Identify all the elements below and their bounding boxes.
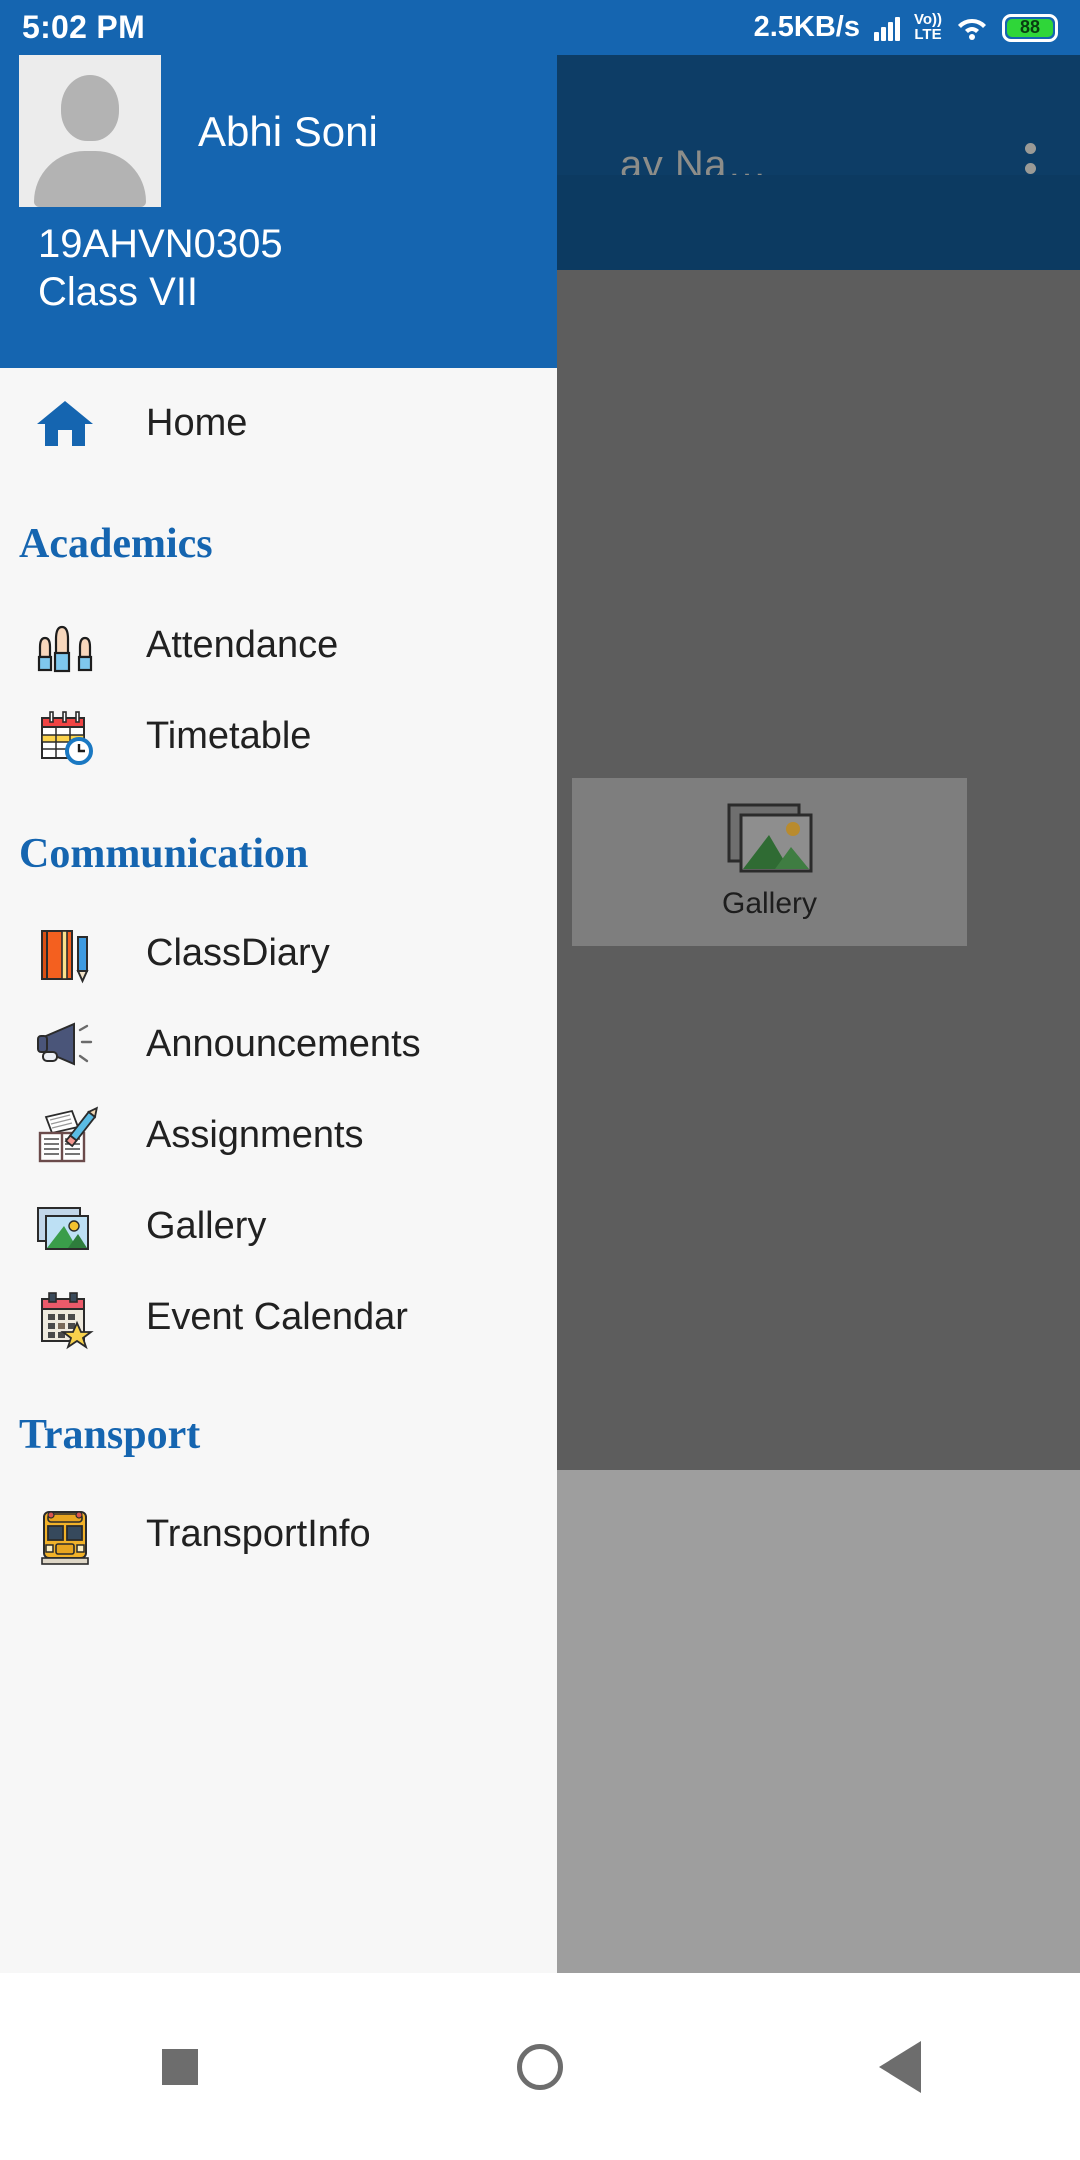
signal-bars-icon [873, 15, 900, 41]
calendar-clock-icon [34, 706, 96, 768]
calendar-star-icon [34, 1287, 96, 1349]
avatar-body [34, 151, 146, 207]
profile-class: Class VII [38, 270, 199, 314]
menu-item-transportinfo[interactable]: TransportInfo [0, 1489, 557, 1580]
avatar-head [61, 75, 119, 141]
volte-icon: Vo)) LTE [914, 12, 942, 43]
menu-item-label: Gallery [146, 1205, 267, 1247]
menu-item-label: Event Calendar [146, 1296, 408, 1338]
megaphone-icon [34, 1014, 96, 1076]
menu-item-announcements[interactable]: Announcements [0, 999, 557, 1090]
status-clock: 5:02 PM [22, 9, 146, 45]
profile-name: Abhi Soni [198, 108, 378, 155]
profile-id: 19AHVN0305 [38, 222, 283, 266]
book-paper-pencil-icon [34, 1105, 99, 1167]
menu-item-timetable[interactable]: Timetable [0, 691, 557, 782]
background-gallery-tile-label: Gallery [721, 887, 818, 920]
menu-item-label: Assignments [146, 1114, 364, 1156]
menu-item-event-calendar[interactable]: Event Calendar [0, 1272, 557, 1363]
section-header-transport: Transport [19, 1412, 201, 1458]
section-header-communication: Communication [19, 831, 309, 877]
wifi-icon [956, 15, 988, 41]
section-header-academics: Academics [19, 521, 213, 567]
menu-item-classdiary[interactable]: ClassDiary [0, 908, 557, 999]
menu-item-label: Attendance [146, 624, 339, 666]
back-triangle-icon[interactable] [840, 2022, 960, 2112]
raised-hands-icon [34, 615, 96, 677]
menu-item-attendance[interactable]: Attendance [0, 600, 557, 691]
avatar[interactable] [19, 55, 161, 207]
app-screen: ay Na… Gallery Abhi Soni 19AHVN0305 Clas… [0, 0, 1080, 2160]
network-speed-text: 2.5KB/s [753, 11, 860, 43]
menu-item-label: Announcements [146, 1023, 421, 1065]
menu-item-label: Home [146, 401, 248, 444]
status-icons: 2.5KB/s Vo)) LTE 88 [754, 11, 1058, 44]
menu-item-label: ClassDiary [146, 932, 330, 974]
menu-item-label: Timetable [146, 715, 312, 757]
home-circle-icon[interactable] [480, 2022, 600, 2112]
menu-item-label: TransportInfo [146, 1513, 371, 1555]
android-navigation-bar [0, 1973, 1080, 2160]
recents-square-icon[interactable] [120, 2022, 240, 2112]
battery-level-text: 88 [1019, 17, 1041, 37]
photo-icon [727, 803, 813, 873]
menu-item-assignments[interactable]: Assignments [0, 1090, 557, 1181]
battery-icon: 88 [1002, 13, 1058, 42]
menu-item-home[interactable]: Home [0, 368, 557, 478]
home-icon [34, 392, 96, 454]
navigation-drawer: Abhi Soni 19AHVN0305 Class VII Home Acad… [0, 0, 557, 1973]
photo-stack-icon [34, 1196, 96, 1258]
volte-bottom-label: LTE [914, 25, 942, 43]
drawer-menu-list: Home Academics Attendance Timetable Comm… [0, 368, 557, 1580]
menu-item-gallery[interactable]: Gallery [0, 1181, 557, 1272]
drawer-header: Abhi Soni 19AHVN0305 Class VII [0, 0, 557, 368]
school-bus-icon [34, 1504, 96, 1566]
status-bar: 5:02 PM 2.5KB/s Vo)) LTE 88 [0, 0, 1080, 55]
background-gallery-tile[interactable]: Gallery [572, 778, 967, 946]
notebook-pencil-icon [34, 923, 96, 985]
